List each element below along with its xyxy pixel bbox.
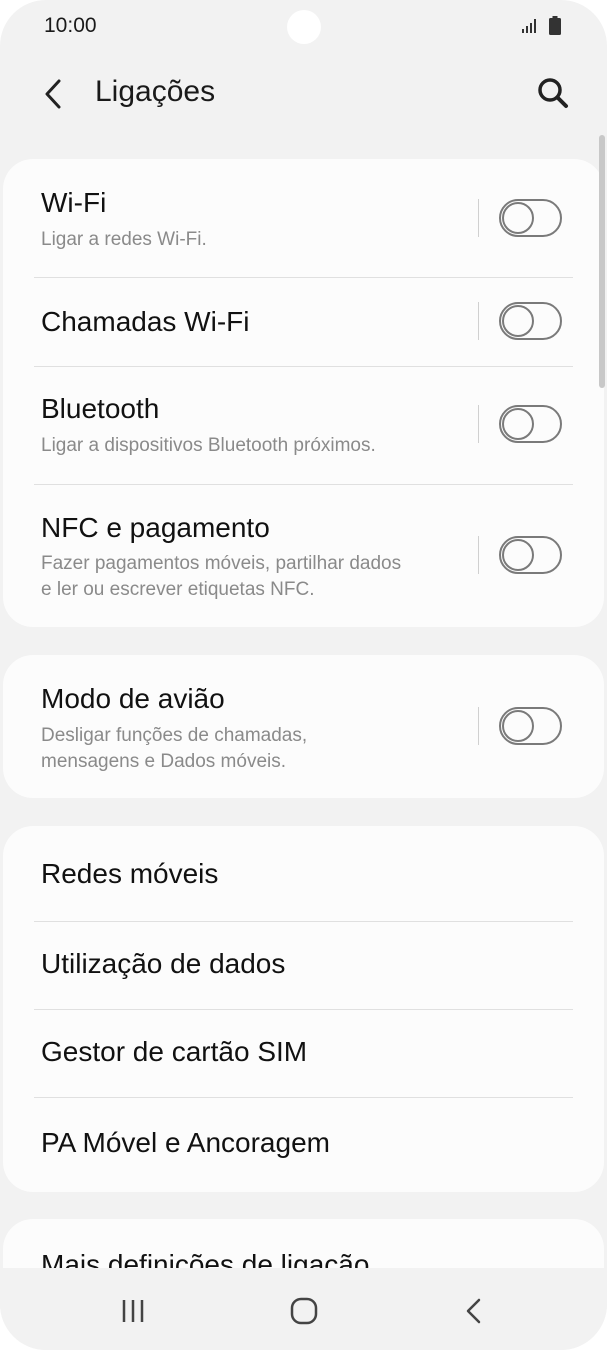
bluetooth-subtitle: Ligar a dispositivos Bluetooth próximos.	[41, 435, 376, 456]
row-wifi-calling[interactable]: Chamadas Wi-Fi	[3, 278, 604, 366]
signal-icon	[522, 19, 536, 33]
row-airplane-mode[interactable]: Modo de avião Desligar funções de chamad…	[3, 655, 604, 798]
mobile-networks-title: Redes móveis	[41, 858, 219, 889]
nfc-subtitle-line1: Fazer pagamentos móveis, partilhar dados	[41, 553, 402, 574]
nfc-toggle[interactable]	[499, 536, 562, 574]
battery-icon	[549, 16, 561, 35]
toggle-knob	[502, 539, 534, 571]
nfc-title: NFC e pagamento	[41, 512, 270, 543]
sim-manager-title: Gestor de cartão SIM	[41, 1036, 308, 1067]
search-icon[interactable]	[534, 74, 572, 112]
toggle-knob	[502, 710, 534, 742]
scrollbar[interactable]	[599, 135, 605, 388]
wifi-calling-toggle[interactable]	[499, 302, 562, 340]
separator	[478, 199, 479, 237]
home-icon[interactable]	[290, 1297, 318, 1325]
nfc-subtitle-line2: e ler ou escrever etiquetas NFC.	[41, 579, 315, 600]
row-data-usage[interactable]: Utilização de dados	[3, 922, 604, 1009]
bluetooth-title: Bluetooth	[41, 393, 160, 424]
front-camera	[287, 10, 321, 44]
separator	[478, 302, 479, 340]
status-bar: 10:00	[0, 0, 607, 56]
navigation-bar	[0, 1268, 607, 1350]
page-title: Ligações	[95, 75, 216, 108]
toggle-knob	[502, 202, 534, 234]
network-card: Redes móveis Utilização de dados Gestor …	[3, 826, 604, 1192]
hotspot-tethering-title: PA Móvel e Ancoragem	[41, 1127, 330, 1158]
row-wifi[interactable]: Wi-Fi Ligar a redes Wi-Fi.	[3, 159, 604, 277]
status-time: 10:00	[44, 14, 97, 37]
separator	[478, 536, 479, 574]
phone-screen: 10:00 Ligações Wi-Fi Ligar a redes Wi-Fi…	[0, 0, 607, 1350]
row-nfc[interactable]: NFC e pagamento Fazer pagamentos móveis,…	[3, 485, 604, 627]
row-hotspot-tethering[interactable]: PA Móvel e Ancoragem	[3, 1098, 604, 1192]
separator	[478, 405, 479, 443]
wifi-toggle[interactable]	[499, 199, 562, 237]
row-sim-manager[interactable]: Gestor de cartão SIM	[3, 1010, 604, 1097]
recent-apps-icon[interactable]	[120, 1298, 148, 1324]
header: Ligações	[0, 60, 607, 130]
back-arrow-icon[interactable]	[40, 77, 66, 111]
airplane-subtitle-line2: mensagens e Dados móveis.	[41, 751, 287, 772]
airplane-card: Modo de avião Desligar funções de chamad…	[3, 655, 604, 798]
row-mobile-networks[interactable]: Redes móveis	[3, 826, 604, 921]
wifi-title: Wi-Fi	[41, 187, 107, 218]
wifi-calling-title: Chamadas Wi-Fi	[41, 306, 250, 337]
nav-back-icon[interactable]	[464, 1298, 484, 1324]
bluetooth-toggle[interactable]	[499, 405, 562, 443]
wifi-subtitle: Ligar a redes Wi-Fi.	[41, 229, 207, 250]
toggle-knob	[502, 305, 534, 337]
row-bluetooth[interactable]: Bluetooth Ligar a dispositivos Bluetooth…	[3, 367, 604, 484]
airplane-title: Modo de avião	[41, 683, 225, 714]
data-usage-title: Utilização de dados	[41, 948, 286, 979]
airplane-toggle[interactable]	[499, 707, 562, 745]
airplane-subtitle-line1: Desligar funções de chamadas,	[41, 725, 308, 746]
connections-card: Wi-Fi Ligar a redes Wi-Fi. Chamadas Wi-F…	[3, 159, 604, 627]
separator	[478, 707, 479, 745]
toggle-knob	[502, 408, 534, 440]
